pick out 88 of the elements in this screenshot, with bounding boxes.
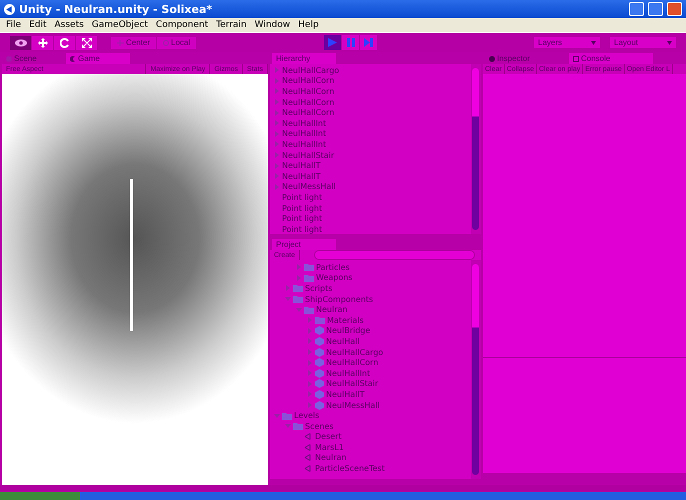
step-icon: [364, 38, 374, 47]
asset-name[interactable]: Particles: [316, 262, 350, 272]
asset-name[interactable]: NeulHall: [326, 336, 360, 346]
hierarchy-item[interactable]: NeulHallStair: [282, 150, 334, 160]
dropdown[interactable]: Layers: [534, 37, 600, 48]
menu-item[interactable]: File: [6, 20, 22, 30]
space-button[interactable]: Local: [157, 36, 196, 48]
scrollbar[interactable]: [470, 260, 481, 479]
minimize-button[interactable]: [629, 2, 644, 16]
step-button[interactable]: [360, 35, 378, 50]
hierarchy-item[interactable]: NeulHallInt: [282, 140, 326, 149]
asset-name[interactable]: Weapons: [316, 273, 352, 282]
hierarchy-item[interactable]: NeulHallT: [282, 172, 320, 181]
asset-name[interactable]: Scripts: [305, 284, 332, 293]
asset-name[interactable]: NeulHallStair: [326, 379, 378, 388]
asset-name[interactable]: ParticleSceneTest: [315, 464, 385, 474]
close-button[interactable]: [667, 2, 682, 16]
asset-name[interactable]: Neulran: [316, 305, 348, 314]
tool-button[interactable]: [76, 36, 97, 50]
asset-name[interactable]: Scenes: [305, 422, 334, 431]
unity-logo-icon: [304, 453, 313, 462]
play-button[interactable]: [324, 35, 342, 50]
tool-button[interactable]: [54, 36, 75, 50]
console-icon: [572, 56, 579, 62]
asset-name[interactable]: Materials: [327, 316, 364, 325]
info-icon: [488, 56, 495, 62]
pause-button[interactable]: [342, 35, 360, 50]
window-title: Unity - Neulran.unity - Solixea*: [19, 2, 214, 16]
unity-logo-icon: [304, 432, 313, 442]
eye-icon: [14, 38, 26, 46]
hierarchy-item[interactable]: NeulHallCorn: [282, 86, 334, 96]
hierarchy-item[interactable]: NeulHallCorn: [282, 98, 334, 107]
asset-name[interactable]: NeulBridge: [326, 326, 370, 336]
tool-button[interactable]: [32, 36, 53, 50]
maximize-button[interactable]: [648, 2, 663, 16]
tab[interactable]: Hierarchy: [272, 53, 336, 64]
rotate-icon: [60, 38, 70, 48]
caret-icon: [667, 40, 672, 44]
unity-logo-icon: [304, 442, 313, 452]
unity-logo-icon: [304, 464, 313, 474]
pivot-icon: [117, 40, 124, 46]
caret-icon: [591, 40, 596, 44]
asset-name[interactable]: NeulHallT: [326, 390, 364, 399]
tab[interactable]: Project: [272, 239, 336, 250]
hierarchy-item[interactable]: Point light: [282, 192, 322, 202]
hierarchy-item[interactable]: Point light: [282, 224, 322, 234]
menu-item[interactable]: GameObject: [92, 20, 148, 30]
crescent-icon: [70, 56, 76, 62]
play-icon: [328, 38, 338, 47]
hierarchy-item[interactable]: NeulHallInt: [282, 118, 326, 128]
tab[interactable]: Inspector: [484, 53, 569, 64]
pause-icon: [346, 38, 355, 47]
hierarchy-item[interactable]: Point light: [282, 204, 322, 213]
menu-item[interactable]: Assets: [54, 20, 84, 30]
menu-item[interactable]: Component: [156, 20, 208, 30]
asset-name[interactable]: NeulHallCargo: [326, 348, 384, 357]
hierarchy-item[interactable]: NeulHallCorn: [282, 76, 334, 86]
menu-item[interactable]: Terrain: [216, 20, 247, 30]
asset-name[interactable]: NeulMessHall: [326, 400, 380, 410]
globe-icon: [163, 40, 170, 46]
hierarchy-item[interactable]: NeulHallCorn: [282, 108, 334, 118]
asset-name[interactable]: Levels: [294, 411, 320, 420]
asset-name[interactable]: MarsL1: [315, 442, 344, 452]
dropdown[interactable]: Layout: [610, 37, 676, 48]
unity-logo-icon: [4, 4, 15, 14]
tab[interactable]: Scene: [2, 53, 66, 64]
asset-name[interactable]: Neulran: [315, 453, 346, 462]
hierarchy-item[interactable]: NeulHallInt: [282, 129, 326, 138]
tab[interactable]: Game: [66, 53, 130, 64]
asset-name[interactable]: ShipComponents: [305, 294, 374, 304]
asset-name[interactable]: NeulHallInt: [326, 368, 370, 378]
pivot-button[interactable]: Center: [111, 36, 156, 48]
grid-icon: [6, 56, 12, 62]
tab[interactable]: Console: [568, 53, 653, 64]
search-field[interactable]: [314, 250, 475, 260]
hierarchy-item[interactable]: NeulHallT: [282, 161, 320, 170]
asset-name[interactable]: Desert: [315, 432, 342, 442]
asset-name[interactable]: NeulHallCorn: [326, 358, 378, 368]
hierarchy-item[interactable]: NeulHallCargo: [282, 66, 340, 75]
hierarchy-item[interactable]: Point light: [282, 214, 322, 224]
scrollbar[interactable]: [470, 64, 481, 234]
scale-icon: [82, 38, 92, 48]
hierarchy-item[interactable]: NeulMessHall: [282, 182, 336, 192]
menu-item[interactable]: Help: [298, 20, 319, 30]
menu-item[interactable]: Window: [254, 20, 290, 30]
menu-item[interactable]: Edit: [29, 20, 46, 30]
tool-button[interactable]: [10, 36, 31, 50]
move-arrows-icon: [38, 38, 48, 48]
